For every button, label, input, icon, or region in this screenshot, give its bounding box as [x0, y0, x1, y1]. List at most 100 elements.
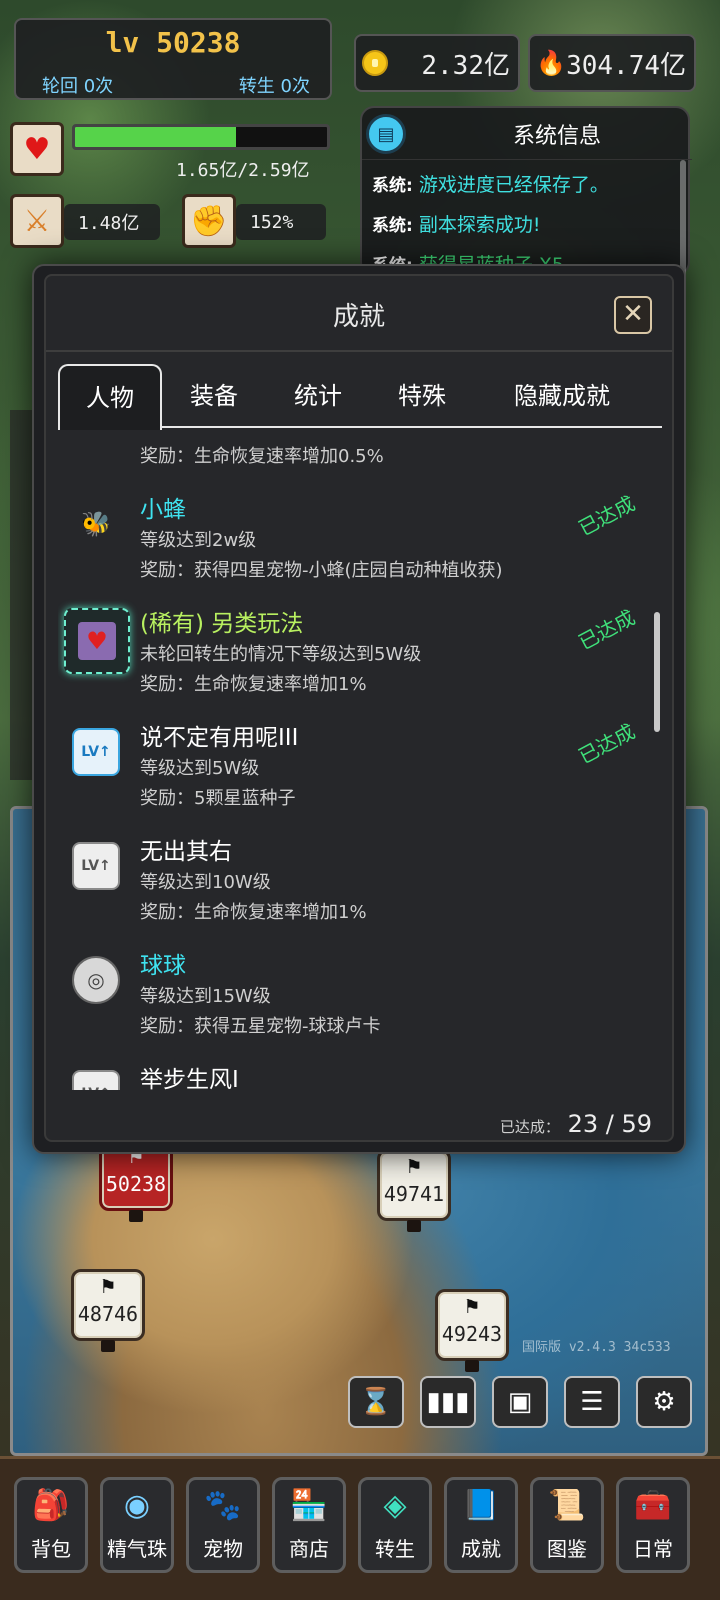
- modal-title: 成就: [332, 302, 385, 332]
- close-icon: ✕: [622, 299, 644, 329]
- ball-pet-icon: ◎: [72, 956, 120, 1004]
- shop-icon: 🏪: [290, 1488, 328, 1523]
- sword-icon: ⚔: [10, 194, 64, 248]
- flag-icon: ⚑: [465, 1294, 479, 1319]
- coin-icon: [362, 50, 388, 76]
- achievement-modal-body: 成就 ✕ 人物 装备 统计 特殊 隐藏成就 奖励：生命恢复速率增加0.5% 🐝 …: [44, 274, 674, 1142]
- fire-icon: 🔥: [536, 49, 566, 77]
- tab-character[interactable]: 人物: [58, 364, 162, 430]
- achieved-stamp: 已达成: [574, 719, 639, 769]
- tab-special[interactable]: 特殊: [384, 364, 460, 428]
- nav-rebirth[interactable]: ◈ 转生: [358, 1477, 432, 1573]
- nav-daily[interactable]: 🧰 日常: [616, 1477, 690, 1573]
- book-icon: 📘: [462, 1488, 500, 1523]
- achievement-list-scrollbar[interactable]: [654, 612, 660, 732]
- hourglass-icon: ⌛: [359, 1387, 393, 1417]
- level-panel: lv 50238 轮回 0次 转生 0次: [14, 18, 332, 100]
- nav-spirit-orb[interactable]: ◉ 精气珠: [100, 1477, 174, 1573]
- achievement-requirement: 等级达到10W级: [140, 872, 271, 893]
- achievement-requirement: 等级达到2w级: [140, 530, 257, 551]
- achievement-reward: 奖励：生命恢复速率增加0.5%: [140, 446, 384, 467]
- flag-icon: ⚑: [407, 1154, 421, 1179]
- reincarnation-count: 轮回 0次: [42, 76, 114, 97]
- achievement-reward: 奖励：生命恢复速率增加1%: [140, 674, 367, 695]
- gold-amount: 2.32亿: [421, 50, 510, 81]
- achievement-name: 说不定有用呢III: [140, 725, 299, 751]
- level-up-icon: LV↑: [72, 728, 120, 776]
- adjust-button[interactable]: ☰: [564, 1376, 620, 1428]
- count-value: 23 / 59: [567, 1110, 652, 1138]
- hp-bar: [72, 124, 330, 150]
- achievement-name: 举步生风I: [140, 1067, 239, 1090]
- bookmark-button[interactable]: ▣: [492, 1376, 548, 1428]
- level-up-icon: LV↑: [72, 842, 120, 890]
- version-label: 国际版 v2.4.3 34c533: [522, 1340, 671, 1355]
- map-marker[interactable]: ⚑ 49741: [377, 1149, 451, 1232]
- tab-equipment[interactable]: 装备: [176, 364, 252, 428]
- gear-icon: ⚙: [652, 1387, 676, 1417]
- system-message: 系统: 游戏进度已经保存了。: [372, 174, 609, 196]
- bottom-nav: 🎒 背包 ◉ 精气珠 🐾 宠物 🏪 商店 ◈ 转生 📘 成就 📜 图鉴 🧰 日常: [0, 1456, 720, 1600]
- bee-pet-icon: 🐝: [81, 510, 111, 538]
- backpack-icon: 🎒: [32, 1488, 70, 1523]
- count-label: 已达成：: [499, 1118, 560, 1136]
- achievement-modal: 成就 ✕ 人物 装备 统计 特殊 隐藏成就 奖励：生命恢复速率增加0.5% 🐝 …: [32, 264, 686, 1154]
- achievement-name: 无出其右: [140, 839, 232, 865]
- nav-codex[interactable]: 📜 图鉴: [530, 1477, 604, 1573]
- bar-chart-icon: ▮▮▮: [426, 1387, 470, 1417]
- achievement-tabs: 人物 装备 统计 特殊 隐藏成就: [58, 364, 662, 430]
- map-marker[interactable]: ⚑ 49243: [435, 1289, 509, 1372]
- achievement-reward: 奖励：生命恢复速率增加1%: [140, 902, 367, 923]
- achievement-reward: 奖励：5颗星蓝种子: [140, 788, 296, 809]
- bookmark-icon: ▣: [507, 1387, 533, 1417]
- flag-icon: ⚑: [101, 1274, 115, 1299]
- map-marker[interactable]: ⚑ 48746: [71, 1269, 145, 1352]
- level-up-icon: LV↑: [72, 1070, 120, 1090]
- attack-value: 1.48亿: [64, 204, 160, 240]
- clipboard-icon: ▤: [366, 114, 406, 154]
- tab-hidden[interactable]: 隐藏成就: [488, 364, 636, 428]
- system-message: 系统: 副本探索成功!: [372, 214, 541, 236]
- nav-shop[interactable]: 🏪 商店: [272, 1477, 346, 1573]
- ranking-button[interactable]: ▮▮▮: [420, 1376, 476, 1428]
- hourglass-button[interactable]: ⌛: [348, 1376, 404, 1428]
- achievement-name: 小蜂: [140, 497, 186, 523]
- system-info-panel: ▤ 系统信息 系统: 游戏进度已经保存了。 系统: 副本探索成功! 系统: 获得…: [360, 106, 692, 276]
- crit-stat: ✊: [182, 194, 236, 248]
- crit-value: 152%: [236, 204, 326, 240]
- scroll-icon: 📜: [548, 1488, 586, 1523]
- heart-icon: ♥: [10, 122, 64, 176]
- achieved-stamp: 已达成: [574, 605, 639, 655]
- sliders-icon: ☰: [580, 1387, 604, 1417]
- hp-bar-fill: [75, 127, 236, 147]
- system-info-title: 系统信息: [512, 124, 601, 149]
- gold-panel: 2.32亿: [354, 34, 520, 92]
- achievement-requirement: 等级达到5W级: [140, 758, 260, 779]
- tab-statistics[interactable]: 统计: [280, 364, 356, 428]
- rebirth-count: 转生 0次: [238, 76, 310, 97]
- achievement-list[interactable]: 奖励：生命恢复速率增加0.5% 🐝 小蜂 等级达到2w级 奖励：获得四星宠物-小…: [58, 430, 662, 1090]
- pet-icon: 🐾: [204, 1488, 242, 1523]
- rebirth-orb-icon: ◈: [383, 1488, 407, 1523]
- achieved-stamp: 已达成: [574, 491, 639, 541]
- nav-pets[interactable]: 🐾 宠物: [186, 1477, 260, 1573]
- divider: [46, 350, 672, 352]
- achievement-count: 已达成： 23 / 59: [500, 1110, 652, 1138]
- achievement-name: 球球: [140, 953, 186, 979]
- settings-button[interactable]: ⚙: [636, 1376, 692, 1428]
- power-panel: 🔥 304.74亿: [528, 34, 696, 92]
- power-amount: 304.74亿: [566, 50, 686, 81]
- orb-icon: ◉: [123, 1488, 151, 1523]
- achievement-reward: 奖励：获得五星宠物-球球卢卡: [140, 1016, 381, 1037]
- achievement-reward: 奖励：获得四星宠物-小蜂(庄园自动种植收获): [140, 560, 503, 581]
- hp-row: ♥: [10, 122, 64, 176]
- nav-backpack[interactable]: 🎒 背包: [14, 1477, 88, 1573]
- nav-achievements[interactable]: 📘 成就: [444, 1477, 518, 1573]
- map-toolbar: ⌛ ▮▮▮ ▣ ☰ ⚙: [348, 1376, 692, 1428]
- rare-heart-icon: ♥: [64, 608, 130, 674]
- fist-icon: ✊: [182, 194, 236, 248]
- attack-stat: ⚔: [10, 194, 64, 248]
- achievement-name: (稀有) 另类玩法: [140, 611, 304, 637]
- achievement-requirement: 未轮回转生的情况下等级达到5W级: [140, 644, 422, 665]
- close-button[interactable]: ✕: [614, 296, 652, 334]
